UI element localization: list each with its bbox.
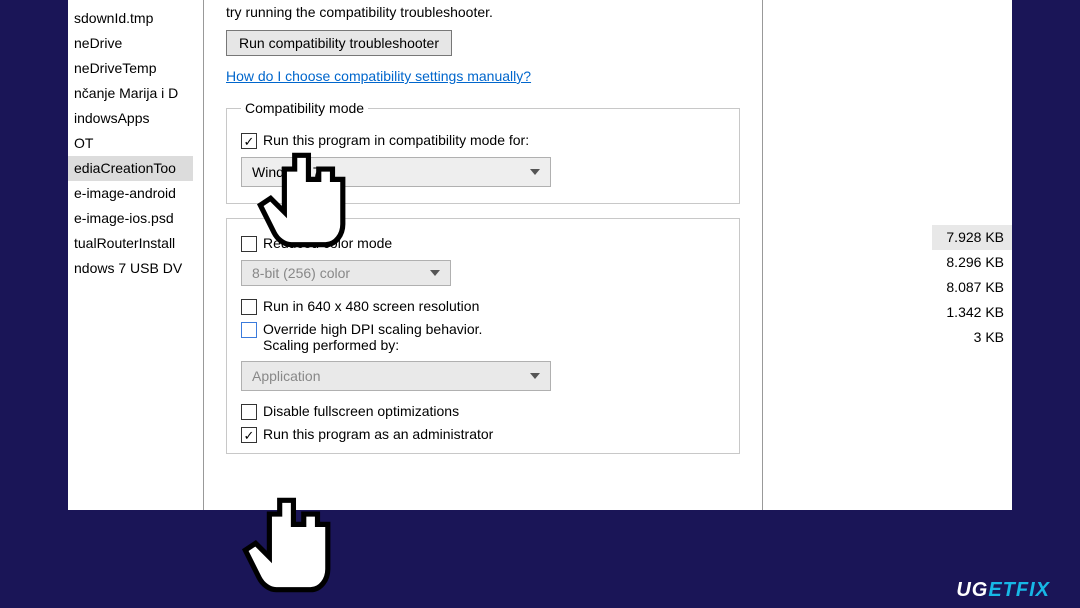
- intro-text: try running the compatibility troublesho…: [226, 4, 740, 20]
- compat-os-dropdown[interactable]: Windows 7: [241, 157, 551, 187]
- size-cell: 8.087 KB: [932, 275, 1012, 300]
- run-as-admin-label: Run this program as an administrator: [263, 426, 493, 442]
- override-dpi-label: Override high DPI scaling behavior. Scal…: [263, 321, 482, 353]
- file-row[interactable]: nčanje Marija i D: [68, 81, 193, 106]
- size-cell: 7.928 KB: [932, 225, 1012, 250]
- chevron-down-icon: [530, 169, 540, 175]
- reduced-color-selected: 8-bit (256) color: [252, 265, 350, 281]
- file-row[interactable]: indowsApps: [68, 106, 193, 131]
- compatibility-mode-group: Compatibility mode Run this program in c…: [226, 100, 740, 204]
- settings-group: Reduced color mode 8-bit (256) color Run…: [226, 218, 740, 454]
- compat-os-selected: Windows 7: [252, 164, 320, 180]
- watermark: UGETFIX: [956, 579, 1050, 602]
- dpi-scaling-selected: Application: [252, 368, 321, 384]
- run-as-admin-checkbox[interactable]: [241, 427, 257, 443]
- dpi-scaling-dropdown[interactable]: Application: [241, 361, 551, 391]
- compatibility-tab: try running the compatibility troublesho…: [203, 0, 763, 510]
- run-640x480-label: Run in 640 x 480 screen resolution: [263, 298, 479, 314]
- file-row[interactable]: neDriveTemp: [68, 56, 193, 81]
- file-row[interactable]: tualRouterInstall: [68, 231, 193, 256]
- file-name-column: sdownId.tmp neDrive neDriveTemp nčanje M…: [68, 0, 193, 510]
- file-row[interactable]: e-image-ios.psd: [68, 206, 193, 231]
- size-cell: 8.296 KB: [932, 250, 1012, 275]
- chevron-down-icon: [530, 373, 540, 379]
- file-row[interactable]: neDrive: [68, 31, 193, 56]
- file-row[interactable]: OT: [68, 131, 193, 156]
- compat-mode-checkbox[interactable]: [241, 133, 257, 149]
- explorer-window: sdownId.tmp neDrive neDriveTemp nčanje M…: [68, 0, 1012, 510]
- disable-fullscreen-checkbox[interactable]: [241, 404, 257, 420]
- file-row[interactable]: ndows 7 USB DV: [68, 256, 193, 281]
- screenshot-frame: sdownId.tmp neDrive neDriveTemp nčanje M…: [28, 0, 1052, 548]
- file-row[interactable]: sdownId.tmp: [68, 6, 193, 31]
- run-640x480-checkbox[interactable]: [241, 299, 257, 315]
- run-troubleshooter-button[interactable]: Run compatibility troubleshooter: [226, 30, 452, 56]
- reduced-color-label: Reduced color mode: [263, 235, 392, 251]
- chevron-down-icon: [430, 270, 440, 276]
- file-size-column: 7.928 KB 8.296 KB 8.087 KB 1.342 KB 3 KB: [932, 225, 1012, 350]
- reduced-color-dropdown[interactable]: 8-bit (256) color: [241, 260, 451, 286]
- override-dpi-checkbox[interactable]: [241, 322, 257, 338]
- reduced-color-checkbox[interactable]: [241, 236, 257, 252]
- help-link[interactable]: How do I choose compatibility settings m…: [226, 68, 531, 84]
- disable-fullscreen-label: Disable fullscreen optimizations: [263, 403, 459, 419]
- file-row-selected[interactable]: ediaCreationToo: [68, 156, 193, 181]
- compatibility-mode-legend: Compatibility mode: [241, 100, 368, 116]
- file-row[interactable]: e-image-android: [68, 181, 193, 206]
- size-cell: 1.342 KB: [932, 300, 1012, 325]
- compat-mode-label: Run this program in compatibility mode f…: [263, 132, 529, 148]
- size-cell: 3 KB: [932, 325, 1012, 350]
